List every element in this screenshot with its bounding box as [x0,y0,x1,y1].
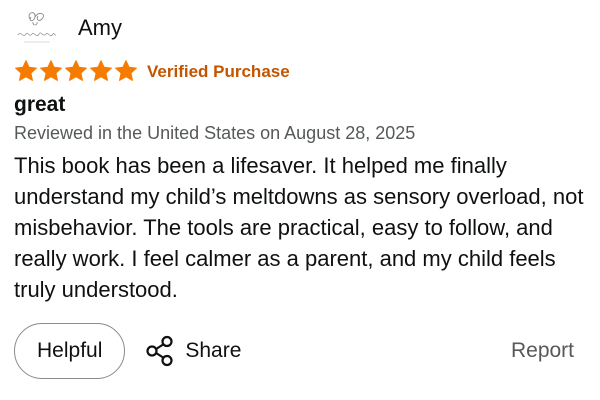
star-rating[interactable] [14,59,139,83]
author-row: Amy [14,8,122,48]
verified-purchase-badge: Verified Purchase [147,61,290,81]
star-filled-icon [40,60,62,81]
star-filled-icon [65,60,87,81]
script-logo-avatar-icon [17,12,57,43]
review-title: great [14,93,66,116]
avatar[interactable] [14,8,60,48]
helpful-button[interactable]: Helpful [14,323,126,379]
review-date: Reviewed in the United States on August … [14,123,416,143]
author-name[interactable]: Amy [78,17,122,39]
rating-row: Verified Purchase [14,58,290,84]
review-actions: Helpful Share Report [14,322,574,380]
review-card: Amy Verified Purchase great Reviewed in … [0,0,600,400]
star-filled-icon [115,60,137,81]
share-button[interactable]: Share [145,335,241,367]
share-icon [145,335,175,367]
star-filled-icon [90,60,112,81]
share-label: Share [185,339,242,362]
report-link[interactable]: Report [511,339,574,363]
star-filled-icon [15,60,37,81]
review-body: This book has been a lifesaver. It helpe… [14,153,584,302]
